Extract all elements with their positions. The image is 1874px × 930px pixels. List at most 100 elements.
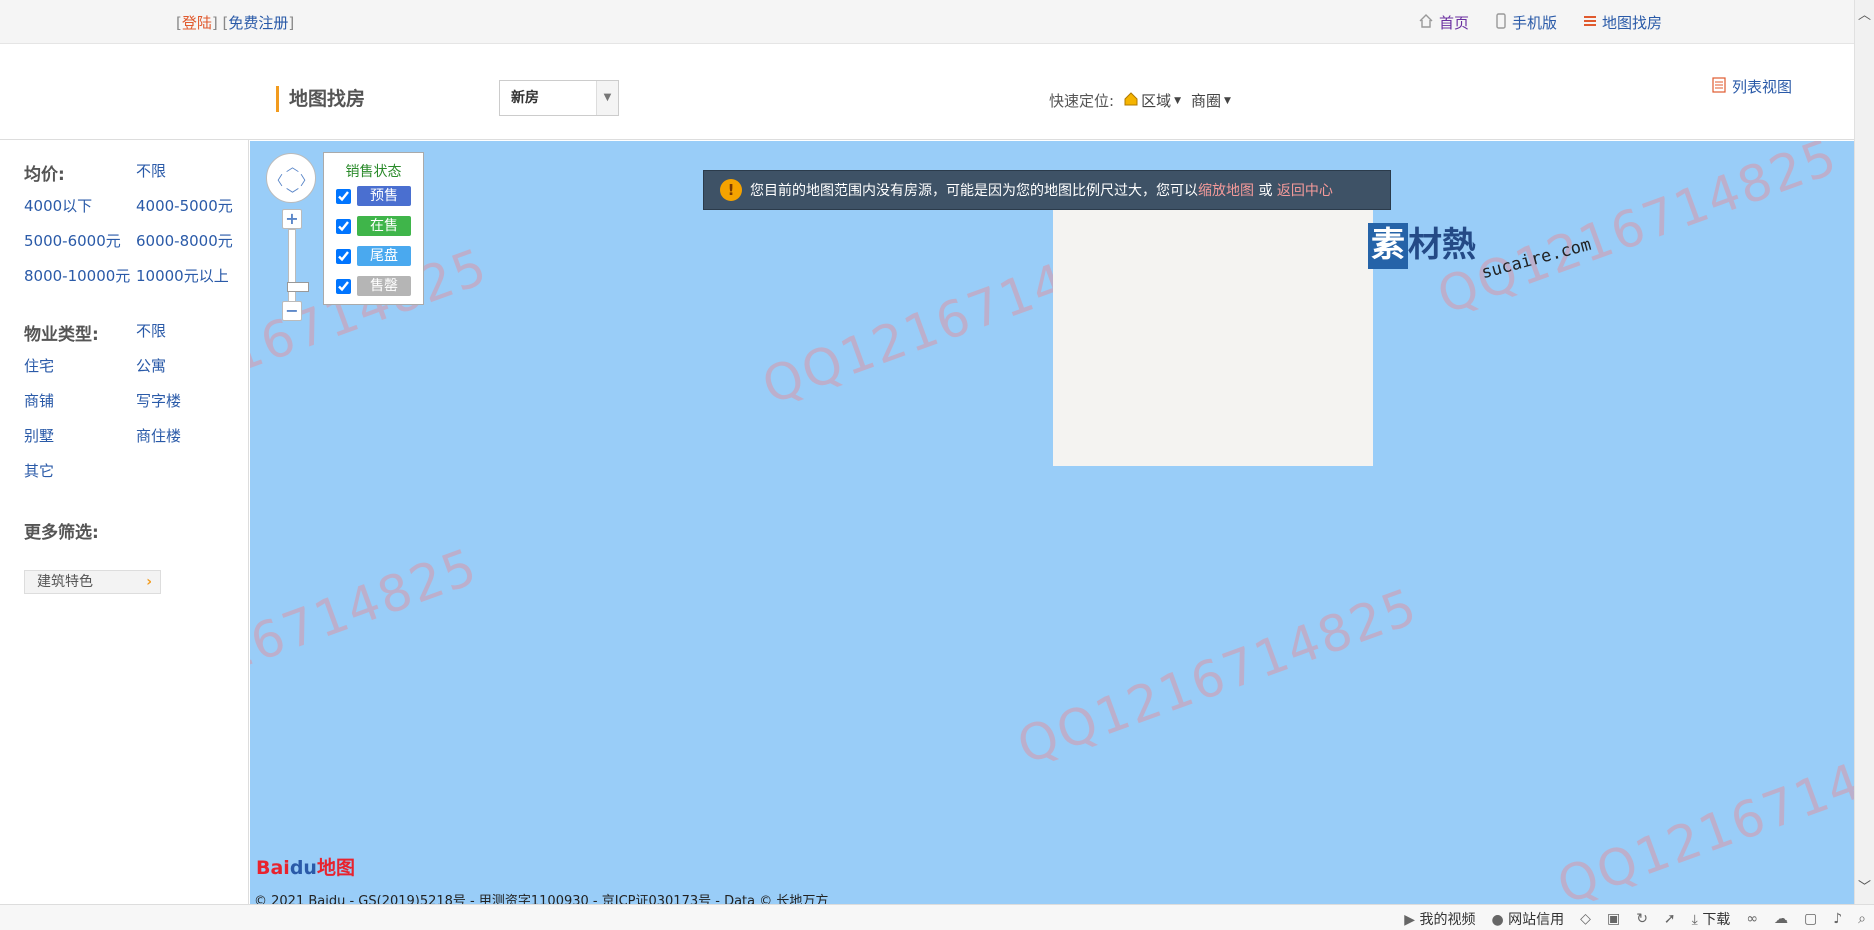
play-icon: ▶ — [1404, 912, 1416, 928]
list-view-label: 列表视图 — [1731, 78, 1792, 96]
zoom-out-button[interactable]: − — [282, 301, 302, 321]
glasses-icon[interactable]: ∞ — [1746, 911, 1758, 927]
map-search-link[interactable]: 地图找房 — [1583, 12, 1662, 33]
legend-checkbox[interactable] — [336, 218, 351, 234]
watermark-text: QQ1216714825 — [1430, 141, 1846, 326]
video-button[interactable]: ▶ 我的视频 — [1404, 909, 1475, 929]
price-option[interactable]: 6000-8000元 — [136, 232, 248, 251]
scroll-down-icon[interactable]: ﹀ — [1858, 876, 1871, 895]
register-link[interactable]: 免费注册 — [228, 14, 288, 32]
type-option[interactable]: 别墅 — [24, 427, 136, 446]
filter-sidebar: 均价: 不限 4000以下 4000-5000元 5000-6000元 6000… — [0, 140, 249, 904]
mobile-link-label: 手机版 — [1511, 14, 1557, 32]
legend-title: 销售状态 — [345, 164, 402, 180]
top-bar: [登陆] [免费注册] 首页 手机版 地图找房 — [0, 0, 1854, 44]
property-type-options: 不限 住宅 公寓 商铺 写字楼 别墅 商住楼 其它 — [24, 322, 248, 481]
list-icon — [1712, 76, 1726, 97]
site-credit-button[interactable]: ● 网站信用 — [1492, 909, 1565, 929]
search-icon[interactable]: ⌕ — [1858, 911, 1866, 927]
list-view-link[interactable]: 列表视图 — [1712, 76, 1792, 97]
return-center-link[interactable]: 返回中心 — [1277, 183, 1333, 199]
type-option[interactable]: 不限 — [136, 322, 248, 341]
watermark-text: QQ1216714825 — [1010, 577, 1426, 776]
price-option[interactable]: 10000元以上 — [136, 267, 248, 286]
area-dropdown[interactable]: 区域 ▼ — [1124, 90, 1181, 111]
map-canvas[interactable]: QQ1216714825 QQ1216714825 QQ1216714825 Q… — [250, 141, 1854, 904]
type-option[interactable]: 公寓 — [136, 357, 248, 376]
type-option[interactable]: 商铺 — [24, 392, 136, 411]
legend-item: 售罄 — [336, 276, 411, 296]
warning-icon: ! — [720, 179, 742, 201]
map-copyright: © 2021 Baidu - GS(2019)5218号 - 甲测资字11009… — [254, 894, 829, 904]
drop-icon: ● — [1491, 912, 1504, 928]
zoom-slider-track[interactable] — [287, 229, 309, 305]
quick-locate-label: 快速定位: — [1049, 92, 1115, 110]
watermark-text: QQ1216714825 — [250, 537, 486, 736]
legend-checkbox[interactable] — [336, 248, 351, 264]
type-option[interactable]: 其它 — [24, 462, 136, 481]
area-dropdown-label: 区域 — [1141, 92, 1172, 110]
legend-tag: 预售 — [357, 186, 411, 206]
mobile-icon — [1495, 12, 1507, 33]
rocket-icon[interactable]: ➚ — [1664, 911, 1676, 927]
header: 地图找房 新房 ▼ 快速定位: 区域 ▼ 商圈 ▼ 列表视图 — [0, 44, 1854, 140]
building-feature-label: 建筑特色 — [37, 574, 93, 590]
quick-locate: 快速定位: 区域 ▼ 商圈 ▼ — [1049, 90, 1231, 111]
legend-checkbox[interactable] — [336, 188, 351, 204]
page-title: 地图找房 — [276, 86, 365, 112]
download-button[interactable]: ⤓ 下载 — [1692, 909, 1731, 929]
image-icon[interactable]: ▣ — [1607, 911, 1620, 927]
caret-down-icon: ▼ — [1174, 95, 1181, 106]
baidu-map-logo[interactable]: Baidu地图 — [256, 853, 355, 880]
legend-tag: 尾盘 — [357, 246, 411, 266]
refresh-icon[interactable]: ↻ — [1636, 911, 1648, 927]
pan-up-icon: ︿ — [286, 160, 300, 175]
sale-status-legend: 销售状态 预售 在售 尾盘 售罄 — [323, 152, 424, 305]
building-feature-button[interactable]: 建筑特色 › — [24, 570, 161, 594]
legend-checkbox[interactable] — [336, 278, 351, 294]
zoom-in-button[interactable]: + — [282, 209, 302, 229]
pan-down-icon: ﹀ — [286, 188, 300, 203]
type-option[interactable]: 商住楼 — [136, 427, 248, 446]
home-icon — [1418, 13, 1434, 33]
volume-icon[interactable]: ♪ — [1833, 911, 1842, 927]
map-search-link-label: 地图找房 — [1601, 14, 1662, 32]
price-option[interactable]: 5000-6000元 — [24, 232, 136, 251]
map-tile-placeholder — [1053, 210, 1373, 466]
brand-mark: 素 — [1368, 223, 1408, 269]
house-icon — [1124, 91, 1138, 110]
shield-icon[interactable]: ◇ — [1580, 911, 1591, 927]
login-link[interactable]: 登陆 — [182, 14, 212, 32]
no-listing-notice: ! 您目前的地图范围内没有房源，可能是因为您的地图比例尺过大，您可以缩放地图 或… — [703, 170, 1391, 210]
zoom-map-link[interactable]: 缩放地图 — [1198, 183, 1254, 199]
chevron-down-icon: ▼ — [596, 81, 618, 115]
price-option[interactable]: 8000-10000元 — [24, 267, 136, 286]
mobile-link[interactable]: 手机版 — [1495, 12, 1557, 33]
price-option[interactable]: 4000以下 — [24, 197, 136, 216]
menu-icon — [1583, 14, 1597, 32]
map-zoom-control: + − — [282, 209, 309, 321]
more-filter-section: 更多筛选: — [24, 518, 99, 543]
more-filter-label: 更多筛选: — [24, 523, 99, 543]
business-circle-dropdown[interactable]: 商圈 ▼ — [1191, 90, 1231, 111]
page-scrollbar[interactable]: ︿ ﹀ — [1854, 0, 1874, 904]
auth-links: [登陆] [免费注册] — [176, 14, 295, 32]
home-link[interactable]: 首页 — [1418, 12, 1469, 33]
type-option[interactable]: 住宅 — [24, 357, 136, 376]
caret-down-icon: ▼ — [1224, 95, 1231, 106]
paw-icon: du — [289, 857, 317, 879]
brand-logo: 素材熱 sucaire.com — [1368, 223, 1593, 283]
house-type-select[interactable]: 新房 ▼ — [499, 80, 619, 116]
house-type-value: 新房 — [511, 90, 539, 106]
price-option[interactable]: 4000-5000元 — [136, 197, 248, 216]
legend-tag: 售罄 — [357, 276, 411, 296]
top-links: 首页 手机版 地图找房 — [1418, 12, 1662, 33]
map-pan-control[interactable]: ︿ ﹀ 〈 〉 — [266, 153, 316, 203]
cloud-icon[interactable]: ☁ — [1774, 911, 1788, 927]
legend-tag: 在售 — [357, 216, 411, 236]
zoom-slider-handle[interactable] — [287, 282, 309, 292]
window-icon[interactable]: ▢ — [1804, 911, 1817, 927]
scroll-up-icon[interactable]: ︿ — [1858, 4, 1871, 23]
type-option[interactable]: 写字楼 — [136, 392, 248, 411]
chevron-right-icon: › — [146, 574, 152, 590]
